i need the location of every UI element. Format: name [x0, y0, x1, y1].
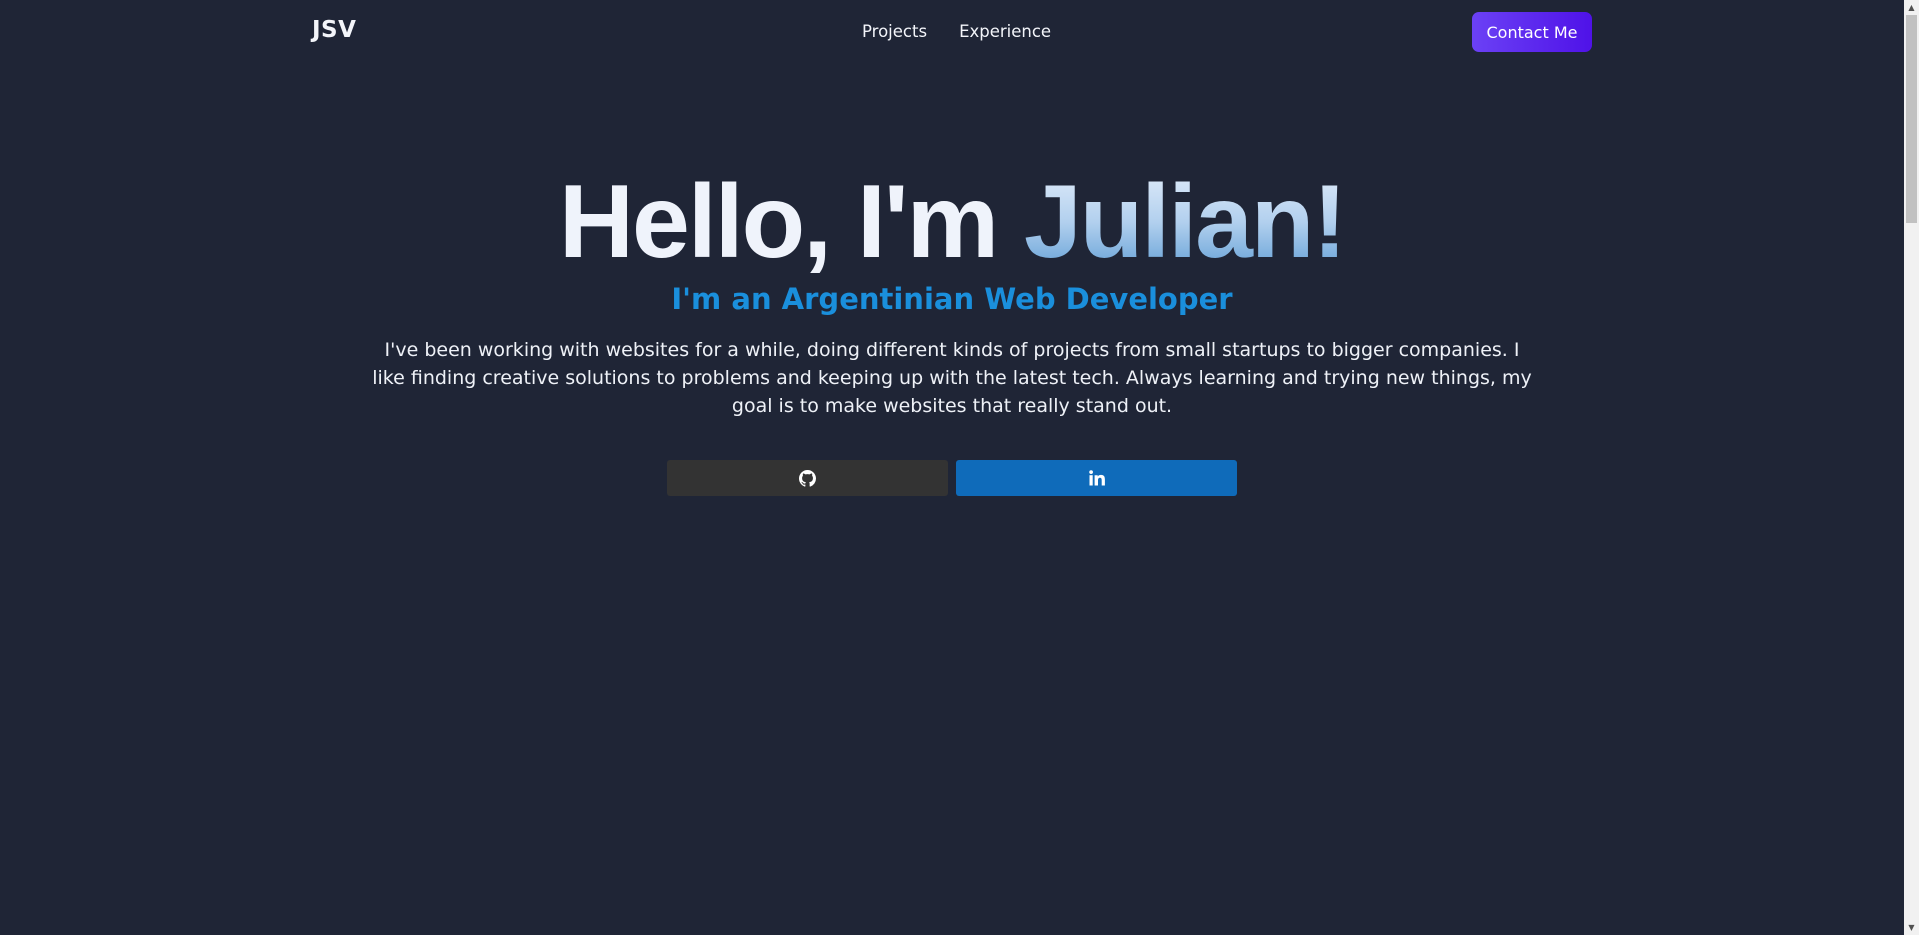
github-button[interactable] [667, 460, 948, 496]
hero-title-prefix: Hello, I'm [558, 164, 1024, 280]
vertical-scrollbar[interactable]: ▲ ▼ [1904, 0, 1919, 935]
scrollbar-thumb[interactable] [1906, 15, 1917, 223]
top-navbar: JSV Projects Experience Contact Me [0, 0, 1904, 64]
scroll-up-arrow-icon[interactable]: ▲ [1904, 0, 1919, 15]
brand-logo[interactable]: JSV [312, 17, 356, 43]
github-icon [799, 469, 816, 487]
page: JSV Projects Experience Contact Me Hello… [0, 0, 1919, 935]
nav-link-experience[interactable]: Experience [959, 22, 1051, 41]
social-links [667, 460, 1237, 496]
nav-links: Projects Experience [862, 22, 1051, 41]
linkedin-icon [1088, 470, 1105, 486]
contact-me-button[interactable]: Contact Me [1472, 12, 1592, 52]
hero-subtitle: I'm an Argentinian Web Developer [671, 282, 1233, 316]
nav-link-projects[interactable]: Projects [862, 22, 927, 41]
scroll-down-arrow-icon[interactable]: ▼ [1904, 920, 1919, 935]
hero-title: Hello, I'm Julian! [0, 163, 1904, 281]
linkedin-button[interactable] [956, 460, 1237, 496]
hero-description: I've been working with websites for a wh… [372, 339, 1532, 417]
hero-title-name: Julian! [1023, 164, 1347, 280]
